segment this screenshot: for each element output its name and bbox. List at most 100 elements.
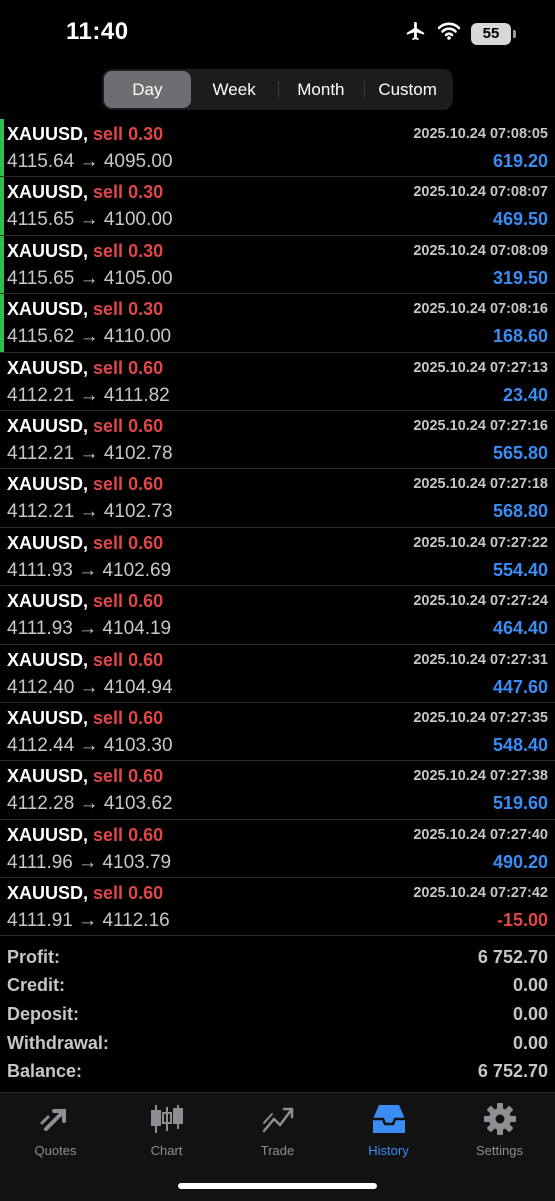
deal-separator: , [83,299,94,320]
tab-trade[interactable]: Trade [222,1103,333,1158]
tab-trade-label: Trade [260,1143,295,1158]
tab-chart[interactable]: Chart [111,1103,222,1158]
trade-icon [222,1103,333,1135]
deal-side: sell [93,649,124,670]
deal-side: sell [93,357,124,378]
deal-time: 2025.10.24 07:27:18 [413,476,548,493]
battery-icon: 55 [471,22,516,45]
deal-profit: 568.80 [492,501,548,522]
deal-symbol: XAUUSD [7,824,84,845]
deal-row[interactable]: XAUUSD, sell 0.60 4112.40 → 4104.94 2025.1… [0,645,555,703]
deal-time: 2025.10.24 07:27:42 [413,885,548,902]
deal-profit: 319.50 [492,267,548,288]
arrow-right-icon: → [74,267,104,289]
arrow-right-icon: → [74,151,104,172]
tab-settings-label: Settings [476,1143,523,1158]
deal-open-price: 4115.65 [7,209,75,231]
summary-label: Credit: [7,975,65,996]
deal-symbol-line: XAUUSD, sell 0.60 [7,533,163,554]
deal-time: 2025.10.24 07:27:24 [413,593,548,610]
deal-time: 2025.10.24 07:27:35 [413,709,548,726]
deal-close-price: 4104.94 [103,676,173,698]
deal-time: 2025.10.24 07:08:09 [413,242,548,259]
arrow-right-icon: → [74,793,104,815]
deal-row[interactable]: XAUUSD, sell 0.60 4112.44 → 4103.30 2025.1… [0,703,555,762]
deal-row[interactable]: XAUUSD, sell 0.30 4115.65 → 4105.00 2025.1… [0,235,555,295]
segment-month[interactable]: Month [277,71,365,108]
deal-row[interactable]: XAUUSD, sell 0.60 4112.21 → 4102.78 2025.1… [0,411,555,470]
deal-row[interactable]: XAUUSD, sell 0.30 4115.65 → 4100.00 2025.1… [0,177,555,236]
deal-row[interactable]: XAUUSD, sell 0.60 4111.93 → 4104.19 2025.1… [0,586,555,645]
deal-symbol: XAUUSD [7,415,84,436]
deal-row[interactable]: XAUUSD, sell 0.60 4111.93 → 4102.69 2025.1… [0,528,555,587]
history-icon [333,1103,444,1135]
tab-settings[interactable]: Settings [444,1103,555,1158]
deal-close-price: 4103.30 [103,734,173,756]
deal-side: sell [93,415,124,436]
summary-label: Deposit: [7,1003,79,1024]
deal-row[interactable]: XAUUSD, sell 0.30 4115.64 → 4095.00 2025.1… [0,119,555,178]
deal-close-price: 4102.73 [103,501,173,523]
deal-profit: 548.40 [492,734,548,755]
arrow-right-icon: → [74,209,104,231]
deal-close-price: 4105.00 [103,267,173,289]
deal-volume: 0.60 [128,824,164,845]
deal-symbol-line: XAUUSD, sell 0.30 [7,182,163,203]
deal-close-price: 4100.00 [103,209,173,231]
arrow-right-icon: → [74,384,104,406]
segment-custom[interactable]: Custom [364,71,451,108]
arrow-right-icon: → [72,910,103,932]
deal-close-price: 4110.00 [103,326,172,348]
tab-bar: Quotes Chart Trade History Settings [0,1092,555,1201]
deal-prices: 4111.91 → 4112.16 [7,910,170,932]
segment-day[interactable]: Day [104,71,191,108]
deal-prices: 4115.64 → 4095.00 [7,151,173,173]
arrow-right-icon: → [72,851,103,873]
deal-row[interactable]: XAUUSD, sell 0.60 4112.28 → 4103.62 2025.1… [0,761,555,820]
deal-symbol: XAUUSD [7,182,84,203]
summary-row: Credit: 0.00 [0,972,555,1001]
account-summary: Profit: 6 752.70 Credit: 0.00 Deposit: 0.00 Wi… [0,943,555,1086]
deal-profit: 469.50 [492,209,548,230]
deal-side: sell [93,299,124,320]
status-icons: 55 [403,20,516,47]
deal-side: sell [93,707,124,728]
arrow-right-icon: → [74,734,104,756]
deal-separator: , [83,824,94,845]
deal-symbol-line: XAUUSD, sell 0.60 [7,650,163,671]
tab-history[interactable]: History [333,1103,444,1158]
deal-row[interactable]: XAUUSD, sell 0.30 4115.62 → 4110.00 2025.1… [0,294,555,353]
deal-separator: , [83,591,94,612]
deal-time: 2025.10.24 07:27:13 [413,359,548,376]
home-indicator [178,1183,377,1189]
arrow-right-icon: → [74,326,104,348]
deal-open-price: 4111.93 [7,618,73,640]
deal-prices: 4115.65 → 4105.00 [7,268,173,290]
summary-row: Profit: 6 752.70 [0,943,555,972]
deal-row[interactable]: XAUUSD, sell 0.60 4112.21 → 4111.82 2025.1… [0,353,555,411]
tab-quotes[interactable]: Quotes [0,1103,111,1158]
airplane-icon [403,20,427,47]
deal-side: sell [93,240,124,261]
status-bar: 11:40 55 [0,0,555,64]
arrow-right-icon: → [72,618,103,640]
segment-week[interactable]: Week [191,71,278,108]
deal-profit: 490.20 [492,851,548,872]
deal-open-price: 4112.40 [7,676,75,698]
deal-symbol-line: XAUUSD, sell 0.30 [7,241,163,262]
deal-open-price: 4112.21 [7,384,75,406]
deal-separator: , [83,240,94,261]
deal-prices: 4112.28 → 4103.62 [7,793,173,815]
deal-open-price: 4112.21 [7,442,75,464]
deal-open-price: 4111.91 [7,910,73,932]
chart-icon [111,1103,222,1135]
deal-symbol-line: XAUUSD, sell 0.30 [7,299,163,320]
deal-row[interactable]: XAUUSD, sell 0.60 4112.21 → 4102.73 2025.1… [0,469,555,528]
deal-symbol-line: XAUUSD, sell 0.60 [7,474,163,495]
deal-volume: 0.60 [128,649,164,670]
deal-row[interactable]: XAUUSD, sell 0.60 4111.96 → 4103.79 2025.1… [0,820,555,879]
deal-open-price: 4115.64 [7,151,75,172]
deal-row[interactable]: XAUUSD, sell 0.60 4111.91 → 4112.16 2025.1… [0,878,555,937]
deal-close-price: 4104.19 [102,618,172,640]
deal-volume: 0.30 [128,182,164,203]
